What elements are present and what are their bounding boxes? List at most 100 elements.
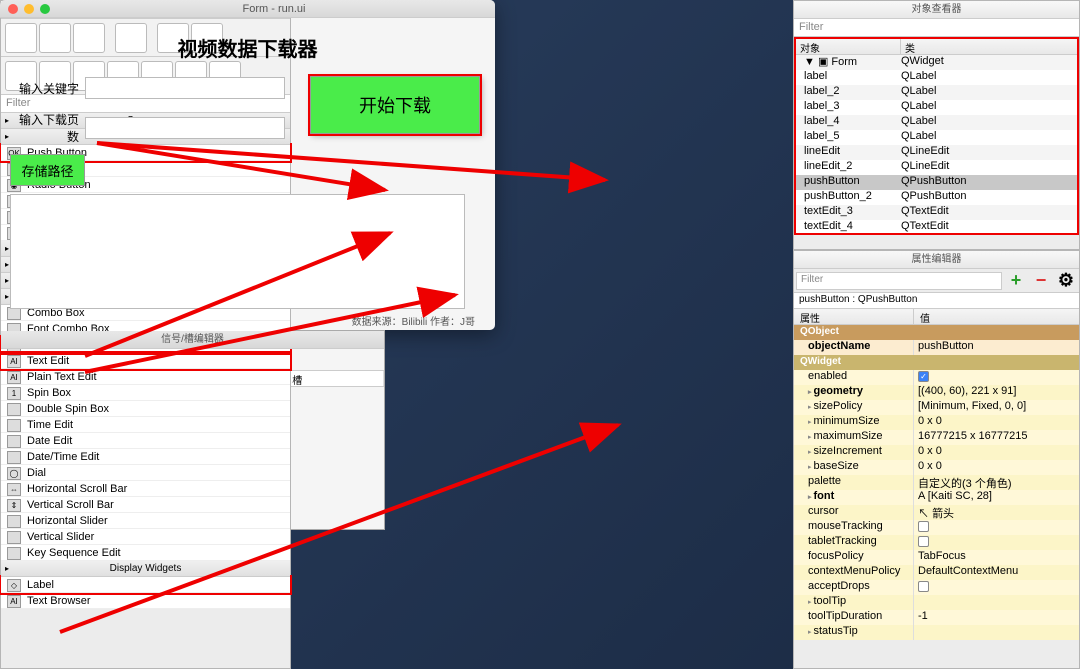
txtbr-icon: AI bbox=[7, 595, 21, 608]
widget-plain-text[interactable]: AIPlain Text Edit bbox=[1, 369, 290, 385]
widget-datetime-edit[interactable]: Date/Time Edit bbox=[1, 449, 290, 465]
property-row[interactable]: objectNamepushButton bbox=[794, 340, 1079, 355]
property-row[interactable]: contextMenuPolicyDefaultContextMenu bbox=[794, 565, 1079, 580]
sig-titlebar: 信号/槽编辑器 bbox=[1, 331, 384, 349]
tree-header: 对象类 bbox=[796, 39, 1077, 55]
property-row[interactable]: focusPolicyTabFocus bbox=[794, 550, 1079, 565]
pages-label: 输入下载页数 bbox=[10, 111, 85, 145]
widget-v-scrollbar[interactable]: ⇕Vertical Scroll Bar bbox=[1, 497, 290, 513]
form-titlebar[interactable]: Form - run.ui bbox=[0, 0, 495, 18]
dateedit-icon bbox=[7, 435, 21, 448]
label-icon: ◇ bbox=[7, 579, 21, 592]
property-row[interactable]: statusTip bbox=[794, 625, 1079, 640]
prop-filter-input[interactable]: Filter bbox=[796, 272, 1002, 290]
widget-text-edit[interactable]: AIText Edit bbox=[1, 353, 290, 369]
widget-date-edit[interactable]: Date Edit bbox=[1, 433, 290, 449]
widget-spin-box[interactable]: 1Spin Box bbox=[1, 385, 290, 401]
property-editor-panel: 属性编辑器 Filter + − ⚙ pushButton : QPushBut… bbox=[793, 250, 1080, 669]
widget-text-browser[interactable]: AIText Browser bbox=[1, 593, 290, 609]
tree-row[interactable]: ▼ ▣ FormQWidget bbox=[796, 55, 1077, 70]
property-row[interactable]: fontA [Kaiti SC, 28] bbox=[794, 490, 1079, 505]
col-slot[interactable]: 槽 bbox=[288, 371, 384, 386]
tree-row[interactable]: pushButton_2QPushButton bbox=[796, 190, 1077, 205]
widget-h-slider[interactable]: Horizontal Slider bbox=[1, 513, 290, 529]
tree-row[interactable]: textEdit_4QTextEdit bbox=[796, 220, 1077, 233]
property-row[interactable]: geometry[(400, 60), 221 x 91] bbox=[794, 385, 1079, 400]
hbar-icon: ⇔ bbox=[7, 483, 21, 496]
tree-row[interactable]: label_4QLabel bbox=[796, 115, 1077, 130]
property-row[interactable]: enabled✓ bbox=[794, 370, 1079, 385]
tree-row[interactable]: pushButtonQPushButton bbox=[796, 175, 1077, 190]
vbar-icon: ⇕ bbox=[7, 499, 21, 512]
pages-input[interactable] bbox=[85, 117, 285, 139]
form-window-title: Form - run.ui bbox=[243, 3, 306, 15]
tree-row[interactable]: lineEditQLineEdit bbox=[796, 145, 1077, 160]
minimize-icon[interactable] bbox=[24, 4, 34, 14]
object-tree[interactable]: 对象类 ▼ ▣ FormQWidgetlabelQLabellabel_2QLa… bbox=[796, 39, 1077, 233]
property-row[interactable]: sizeIncrement0 x 0 bbox=[794, 445, 1079, 460]
obj-title: 对象查看器 bbox=[794, 1, 1079, 19]
prop-config-icon[interactable]: ⚙ bbox=[1055, 271, 1077, 291]
group-qwidget[interactable]: QWidget bbox=[794, 355, 1079, 370]
prop-title: 属性编辑器 bbox=[794, 251, 1079, 269]
prop-toolbar: Filter + − ⚙ bbox=[794, 269, 1079, 293]
category-display-widgets[interactable]: Display Widgets bbox=[1, 561, 290, 577]
checkbox-icon[interactable] bbox=[918, 521, 929, 532]
tree-row[interactable]: labelQLabel bbox=[796, 70, 1077, 85]
save-path-button[interactable]: 存储路径 bbox=[10, 154, 85, 186]
hsld-icon bbox=[7, 515, 21, 528]
timeedit-icon bbox=[7, 419, 21, 432]
obj-filter-input[interactable]: Filter bbox=[794, 19, 1079, 37]
property-row[interactable]: tabletTracking bbox=[794, 535, 1079, 550]
plaintext-icon: AI bbox=[7, 371, 21, 384]
form-body: 视频数据下载器 输入关键字 输入下载页数 开始下载 存储路径 数据来源：Bili… bbox=[0, 18, 495, 328]
prop-header: 属性值 bbox=[794, 309, 1079, 325]
property-row[interactable]: cursor↖ 箭头 bbox=[794, 505, 1079, 520]
spin-icon: 1 bbox=[7, 387, 21, 400]
keyseq-icon bbox=[7, 547, 21, 560]
close-icon[interactable] bbox=[8, 4, 18, 14]
widget-label[interactable]: ◇Label bbox=[1, 577, 290, 593]
widget-double-spin[interactable]: Double Spin Box bbox=[1, 401, 290, 417]
output-textedit[interactable] bbox=[10, 194, 465, 309]
textedit-icon: AI bbox=[7, 355, 21, 368]
checkbox-icon[interactable]: ✓ bbox=[918, 371, 929, 382]
form-footer: 数据来源：Bilibili 作者：J哥 bbox=[10, 313, 485, 328]
keyword-input[interactable] bbox=[85, 77, 285, 99]
form-preview-window[interactable]: Form - run.ui 视频数据下载器 输入关键字 输入下载页数 开始下载 … bbox=[0, 0, 495, 330]
property-row[interactable]: baseSize0 x 0 bbox=[794, 460, 1079, 475]
zoom-icon[interactable] bbox=[40, 4, 50, 14]
start-download-button[interactable]: 开始下载 bbox=[310, 76, 480, 134]
dspin-icon bbox=[7, 403, 21, 416]
group-qobject[interactable]: QObject bbox=[794, 325, 1079, 340]
form-heading: 视频数据下载器 bbox=[10, 33, 485, 62]
widget-dial[interactable]: ◯Dial bbox=[1, 465, 290, 481]
dtedit-icon bbox=[7, 451, 21, 464]
tree-row[interactable]: textEdit_3QTextEdit bbox=[796, 205, 1077, 220]
property-row[interactable]: minimumSize0 x 0 bbox=[794, 415, 1079, 430]
property-row[interactable]: acceptDrops bbox=[794, 580, 1079, 595]
tree-row[interactable]: label_2QLabel bbox=[796, 85, 1077, 100]
object-inspector-panel: 对象查看器 Filter 对象类 ▼ ▣ FormQWidgetlabelQLa… bbox=[793, 0, 1080, 250]
property-row[interactable]: toolTipDuration-1 bbox=[794, 610, 1079, 625]
tree-row[interactable]: label_5QLabel bbox=[796, 130, 1077, 145]
prop-selected-class: pushButton : QPushButton bbox=[794, 293, 1079, 309]
property-row[interactable]: maximumSize16777215 x 16777215 bbox=[794, 430, 1079, 445]
checkbox-icon[interactable] bbox=[918, 581, 929, 592]
prop-remove-icon[interactable]: − bbox=[1030, 271, 1052, 291]
widget-h-scrollbar[interactable]: ⇔Horizontal Scroll Bar bbox=[1, 481, 290, 497]
property-row[interactable]: mouseTracking bbox=[794, 520, 1079, 535]
widget-key-seq[interactable]: Key Sequence Edit bbox=[1, 545, 290, 561]
tree-row[interactable]: lineEdit_2QLineEdit bbox=[796, 160, 1077, 175]
widget-v-slider[interactable]: Vertical Slider bbox=[1, 529, 290, 545]
property-row[interactable]: palette自定义的(3 个角色) bbox=[794, 475, 1079, 490]
prop-add-icon[interactable]: + bbox=[1005, 271, 1027, 291]
tree-row[interactable]: label_3QLabel bbox=[796, 100, 1077, 115]
property-row[interactable]: toolTip bbox=[794, 595, 1079, 610]
checkbox-icon[interactable] bbox=[918, 536, 929, 547]
keyword-label: 输入关键字 bbox=[10, 80, 85, 97]
widget-time-edit[interactable]: Time Edit bbox=[1, 417, 290, 433]
dial-icon: ◯ bbox=[7, 467, 21, 480]
property-row[interactable]: sizePolicy[Minimum, Fixed, 0, 0] bbox=[794, 400, 1079, 415]
vsld-icon bbox=[7, 531, 21, 544]
